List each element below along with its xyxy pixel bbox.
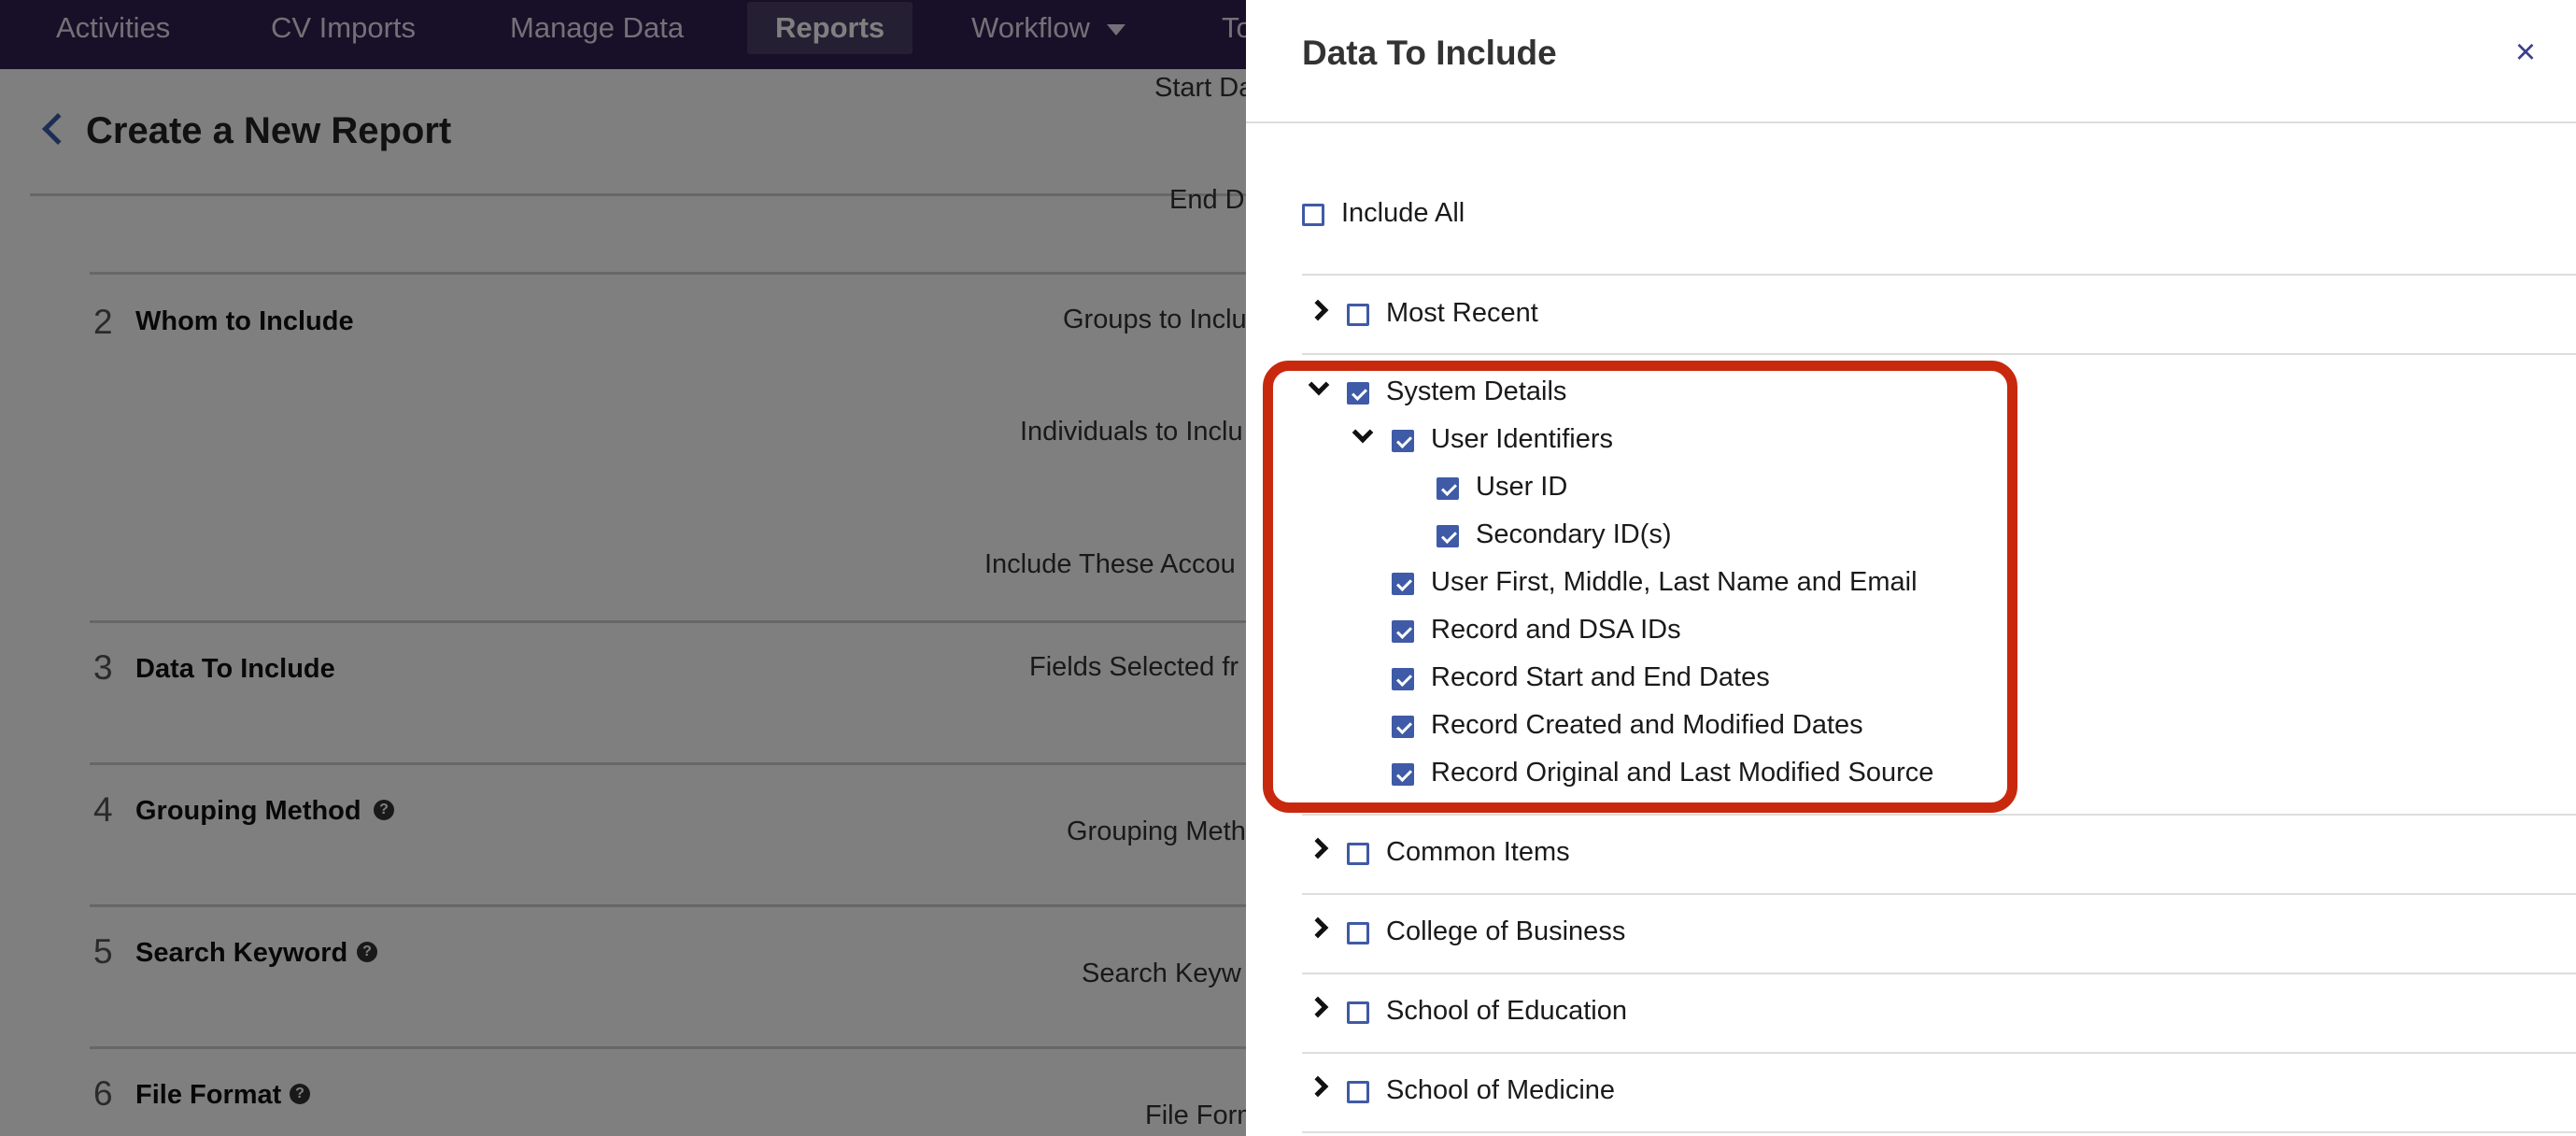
- divider: [1302, 1131, 2576, 1133]
- record-dates-label: Record Start and End Dates: [1431, 662, 1770, 692]
- school-medicine-checkbox[interactable]: [1347, 1081, 1369, 1103]
- college-business-checkbox[interactable]: [1347, 922, 1369, 944]
- chevron-right-icon[interactable]: [1307, 837, 1329, 859]
- include-all-label: Include All: [1341, 198, 1465, 228]
- record-source-label: Record Original and Last Modified Source: [1431, 758, 1934, 788]
- chevron-right-icon[interactable]: [1307, 996, 1329, 1018]
- user-identifiers-label: User Identifiers: [1431, 424, 1614, 454]
- chevron-right-icon[interactable]: [1307, 299, 1329, 321]
- record-dates-checkbox[interactable]: [1392, 668, 1414, 690]
- chevron-right-icon[interactable]: [1307, 916, 1329, 939]
- user-id-label: User ID: [1476, 472, 1568, 502]
- system-details-label: System Details: [1386, 376, 1567, 406]
- divider: [1302, 893, 2576, 895]
- system-details-checkbox[interactable]: [1347, 382, 1369, 405]
- chevron-right-icon[interactable]: [1307, 1075, 1329, 1098]
- record-dsa-checkbox[interactable]: [1392, 620, 1414, 643]
- divider: [1302, 973, 2576, 974]
- record-source-checkbox[interactable]: [1392, 763, 1414, 786]
- close-icon[interactable]: ×: [2507, 34, 2544, 71]
- modal-overlay[interactable]: [0, 0, 1246, 1136]
- school-education-checkbox[interactable]: [1347, 1001, 1369, 1024]
- college-business-label: College of Business: [1386, 916, 1626, 946]
- record-dsa-label: Record and DSA IDs: [1431, 615, 1681, 645]
- data-to-include-drawer: Data To Include × Include All Most Recen…: [1246, 0, 2576, 1136]
- most-recent-checkbox[interactable]: [1347, 304, 1369, 326]
- chevron-down-icon[interactable]: [1308, 374, 1330, 396]
- divider: [1302, 274, 2576, 276]
- drawer-title: Data To Include: [1302, 34, 1557, 72]
- secondary-ids-label: Secondary ID(s): [1476, 519, 1672, 549]
- record-created-checkbox[interactable]: [1392, 716, 1414, 738]
- user-identifiers-checkbox[interactable]: [1392, 430, 1414, 452]
- secondary-ids-checkbox[interactable]: [1437, 525, 1459, 547]
- divider: [1302, 814, 2576, 816]
- record-created-label: Record Created and Modified Dates: [1431, 710, 1863, 740]
- divider: [1246, 121, 2576, 123]
- divider: [1302, 1052, 2576, 1054]
- divider: [1302, 353, 2576, 355]
- most-recent-label: Most Recent: [1386, 298, 1538, 328]
- name-email-checkbox[interactable]: [1392, 573, 1414, 595]
- chevron-down-icon[interactable]: [1352, 421, 1374, 444]
- common-items-checkbox[interactable]: [1347, 843, 1369, 865]
- school-medicine-label: School of Medicine: [1386, 1075, 1616, 1105]
- user-id-checkbox[interactable]: [1437, 477, 1459, 500]
- school-education-label: School of Education: [1386, 996, 1627, 1026]
- name-email-label: User First, Middle, Last Name and Email: [1431, 567, 1918, 597]
- include-all-checkbox[interactable]: [1302, 204, 1324, 226]
- common-items-label: Common Items: [1386, 837, 1570, 867]
